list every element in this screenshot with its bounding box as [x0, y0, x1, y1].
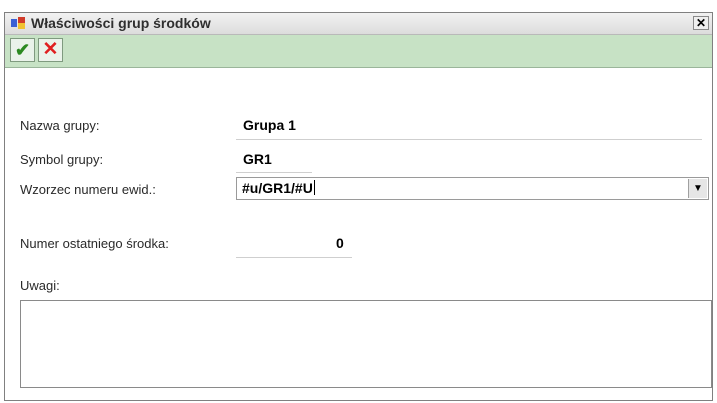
- group-name-underline: [236, 139, 702, 140]
- app-icon: [11, 17, 25, 29]
- notes-label: Uwagi:: [20, 278, 60, 293]
- x-cancel-icon: ✕: [42, 39, 59, 60]
- window-title: Właściwości grup środków: [31, 15, 211, 31]
- group-name-field[interactable]: Grupa 1: [243, 117, 296, 133]
- group-symbol-underline: [236, 172, 312, 173]
- close-button[interactable]: ✕: [693, 16, 709, 30]
- group-symbol-field[interactable]: GR1: [243, 151, 272, 167]
- confirm-button[interactable]: ✔: [10, 38, 35, 62]
- title-bar[interactable]: Właściwości grup środków ✕: [5, 13, 712, 35]
- dropdown-arrow-icon[interactable]: ▼: [688, 179, 707, 198]
- pattern-value: #u/GR1/#U: [242, 180, 313, 196]
- last-number-field[interactable]: 0: [336, 235, 344, 251]
- pattern-combobox[interactable]: #u/GR1/#U ▼: [236, 177, 709, 200]
- group-name-label: Nazwa grupy:: [20, 118, 100, 133]
- pattern-input[interactable]: #u/GR1/#U: [242, 180, 315, 196]
- last-number-underline: [236, 257, 352, 258]
- text-caret: [313, 180, 315, 195]
- last-number-label: Numer ostatniego środka:: [20, 236, 169, 251]
- notes-textarea[interactable]: [20, 300, 712, 388]
- cancel-button[interactable]: ✕: [38, 38, 63, 62]
- toolbar: ✔ ✕: [5, 35, 712, 68]
- checkmark-icon: ✔: [14, 40, 31, 60]
- pattern-label: Wzorzec numeru ewid.:: [20, 182, 156, 197]
- group-symbol-label: Symbol grupy:: [20, 152, 104, 167]
